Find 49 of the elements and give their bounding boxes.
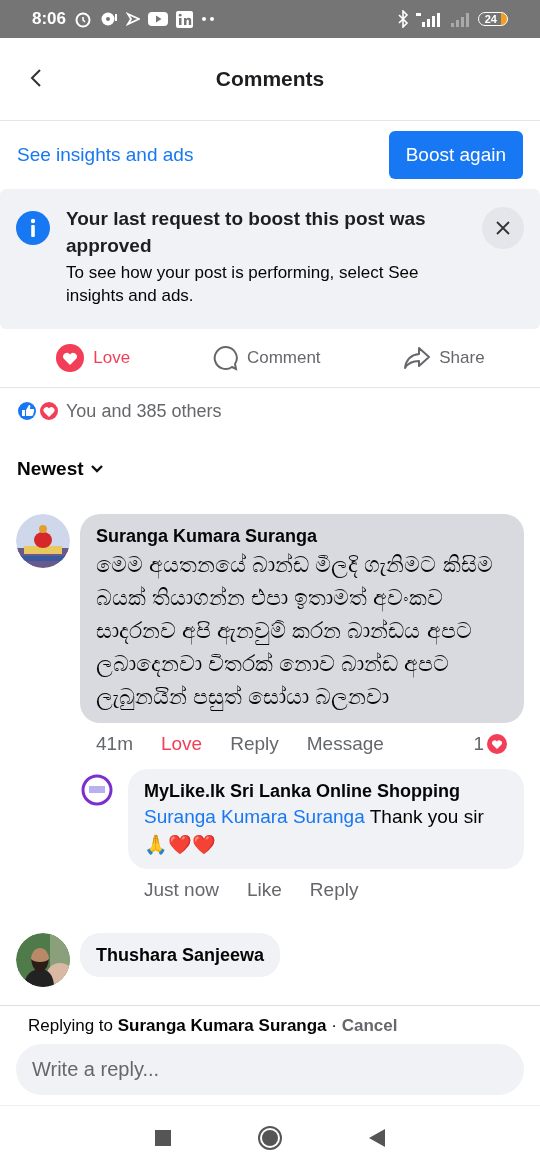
chat-icon [100,10,119,28]
notice-title: Your last request to boost this post was approved [66,207,427,258]
notice-text: To see how your post is performing, select See insights and ads. [66,262,420,307]
send-icon [126,12,141,26]
reaction-button[interactable]: Share [393,337,495,379]
comment-text: මෙම අයතනයේ බාන්ඩ මීලදි ගැනිමට කිසිම බයක් තියාගන්න එපා ඉතාමත් අවංකව සාදරනව අපි ඇනවුම් කරන බාන්ඩය අපට ලබාදෙනවා විතරක් නොව බාන්ඩ අපට ලැබුනයින් පසුත් සෝයා බලනවා [96,551,494,713]
share-arrow-icon [403,346,432,370]
mention-link[interactable]: Suranga Kumara Suranga [144,806,365,827]
close-button[interactable] [482,207,524,249]
reaction-button[interactable]: Love [45,337,141,379]
bluetooth-icon [395,10,410,28]
comment-author[interactable]: MyLike.lk Sri Lanka Online Shopping [144,779,508,803]
info-icon [16,211,50,245]
back-icon [30,68,42,88]
home-button[interactable] [257,1125,283,1151]
comment-action[interactable]: Love [160,733,203,755]
avatar-icon [80,773,114,807]
alarm-icon [74,10,93,28]
back-triangle-icon [369,1129,385,1147]
comment-action[interactable]: Reply [309,879,359,901]
chevron-down-icon [89,464,104,474]
reply-field[interactable]: Write a reply... [16,1044,524,1095]
signal-icon [449,11,472,27]
reaction-button[interactable]: Comment [202,337,331,379]
more-icon [201,16,216,22]
video-icon [148,12,169,26]
home-icon [257,1125,283,1151]
reaction-count: 1 [473,733,484,755]
replying-to-text: Replying to Suranga Kumara Suranga · Cancel [27,1016,399,1036]
speech-bubble-icon [212,345,239,371]
comment-action[interactable]: Message [306,733,384,755]
sort-dropdown[interactable]: Newest [17,458,104,480]
reaction-summary[interactable]: You and 385 others [66,400,222,422]
network-icon [176,10,194,28]
comment-time: Just now [144,879,219,901]
comment-action[interactable]: Like [247,879,282,901]
comment-author[interactable]: Suranga Kumara Suranga [96,524,508,548]
battery-indicator: 24 [477,12,508,26]
insights-link[interactable]: See insights and ads [17,144,194,166]
boost-button[interactable]: Boost again [388,131,523,179]
square-icon [155,1130,171,1146]
back-button[interactable] [369,1129,385,1147]
comment-action[interactable]: Reply [230,733,279,755]
comment-time: 41m [96,733,133,755]
close-icon [495,220,511,236]
status-time: 8:06 [32,9,67,29]
comment-text: Suranga Kumara Suranga Thank you sir 🙏❤❤ [144,805,485,857]
page-title: Comments [215,67,325,91]
comment-author[interactable]: Thushara Sanjeewa [96,943,265,967]
